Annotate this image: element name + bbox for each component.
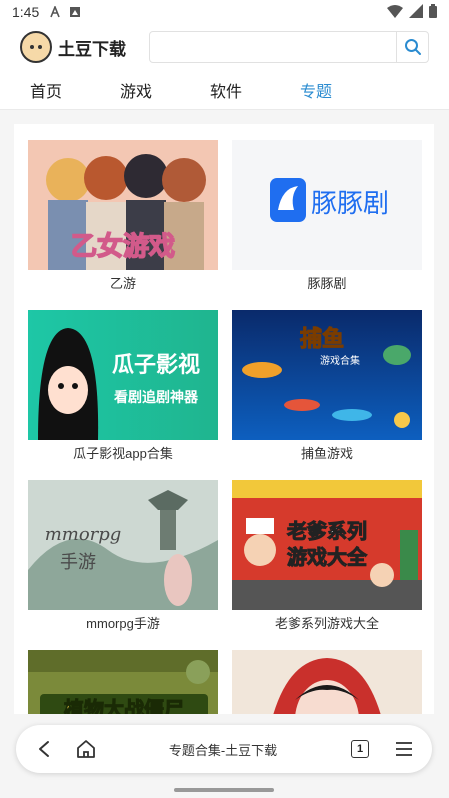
topic-list: 乙女游戏 乙游 豚豚剧 豚豚剧 瓜子影视 看剧追剧神器 瓜子影视app合集 捕鱼…: [14, 124, 434, 714]
topic-thumbnail: 植物大战僵尸: [28, 650, 218, 714]
a-notification-icon: [49, 6, 61, 18]
topic-thumbnail: 瓜子影视 看剧追剧神器: [28, 310, 218, 440]
topic-title: 豚豚剧: [307, 276, 347, 291]
thumb-title: 老爹系列: [287, 519, 367, 543]
battery-icon: [429, 3, 437, 21]
tabs-button[interactable]: 1: [346, 735, 374, 763]
menu-icon: [396, 742, 412, 756]
tab-topics[interactable]: 专题: [300, 78, 332, 102]
logo-text: 土豆下载: [58, 39, 126, 59]
thumb-title: mmorpg: [45, 524, 122, 545]
thumb-title: 植物大战僵尸: [64, 697, 184, 714]
topic-title: 乙游: [109, 276, 136, 291]
topic-thumbnail: 豚豚剧: [232, 140, 422, 270]
topic-card[interactable]: 乙女游戏 乙游: [28, 140, 218, 294]
signal-icon: [409, 3, 423, 21]
thumb-title: 豚豚剧: [311, 189, 389, 219]
back-button[interactable]: [30, 735, 58, 763]
topic-title: 老爹系列游戏大全: [274, 616, 379, 631]
topic-card[interactable]: 豚豚剧 豚豚剧: [232, 140, 422, 294]
topic-thumbnail: 捕鱼 游戏合集: [232, 310, 422, 440]
menu-button[interactable]: [390, 735, 418, 763]
tab-software[interactable]: 软件: [210, 78, 242, 102]
topic-card[interactable]: 捕鱼 游戏合集 捕鱼游戏: [232, 310, 422, 464]
topic-thumbnail: mmorpg 手游: [28, 480, 218, 610]
topic-title: mmorpg手游: [86, 616, 160, 631]
status-bar: 1:45: [0, 0, 449, 24]
status-time: 1:45: [12, 4, 40, 20]
page-title: 专题合集-土豆下载: [168, 742, 278, 758]
search-box: [149, 31, 429, 63]
search-input[interactable]: [150, 32, 396, 62]
topic-card[interactable]: 老爹系列 游戏大全 老爹系列游戏大全: [232, 480, 422, 634]
back-arrow-icon: [39, 741, 49, 757]
photo-notification-icon: [69, 6, 81, 18]
topic-title: 捕鱼游戏: [300, 446, 353, 461]
thumb-subtitle: 手游: [60, 552, 96, 573]
category-tabs: 首页 游戏 软件 专题: [0, 70, 449, 110]
site-logo[interactable]: 土豆下载: [20, 31, 126, 63]
search-button[interactable]: [396, 32, 428, 62]
thumb-title: 乙女游戏: [71, 231, 175, 262]
site-header: 土豆下载: [0, 24, 449, 70]
topic-thumbnail: 乙女游戏: [28, 140, 218, 270]
topic-card[interactable]: [232, 650, 422, 714]
thumb-subtitle: 游戏合集: [320, 354, 360, 367]
thumb-subtitle: 游戏大全: [287, 545, 368, 569]
tab-games[interactable]: 游戏: [120, 78, 152, 102]
topic-thumbnail: 老爹系列 游戏大全: [232, 480, 422, 610]
topic-card[interactable]: mmorpg 手游 mmorpg手游: [28, 480, 218, 634]
potato-logo-icon: [20, 31, 52, 63]
thumb-title: 捕鱼: [300, 326, 344, 352]
browser-bottom-bar: 专题合集-土豆下载 1: [16, 725, 432, 773]
thumb-subtitle: 看剧追剧神器: [113, 389, 199, 406]
topic-card[interactable]: 瓜子影视 看剧追剧神器 瓜子影视app合集: [28, 310, 218, 464]
tab-home[interactable]: 首页: [30, 78, 62, 102]
home-icon: [77, 740, 95, 758]
wifi-icon: [387, 4, 403, 21]
search-icon: [404, 39, 421, 55]
topic-card[interactable]: 植物大战僵尸: [28, 650, 218, 714]
gesture-bar: [174, 788, 274, 792]
topic-title: 瓜子影视app合集: [73, 446, 173, 461]
topic-thumbnail: [232, 650, 422, 714]
home-button[interactable]: [72, 735, 100, 763]
tab-count: 1: [351, 740, 369, 758]
thumb-title: 瓜子影视: [112, 352, 200, 378]
